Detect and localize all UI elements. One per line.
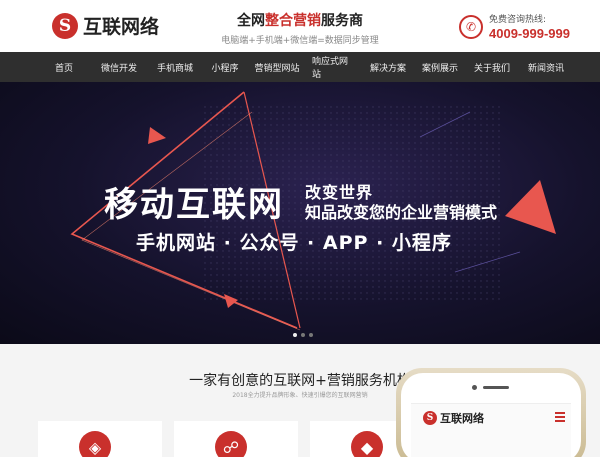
phone-body: S 互联网络 <box>401 373 581 457</box>
logo-text: 互联网络 <box>83 16 160 38</box>
phone-logo: S 互联网络 <box>423 410 484 426</box>
phone-camera <box>472 385 477 390</box>
cart-icon: ☍ <box>215 431 247 457</box>
nav-item-marketing-site[interactable]: 营销型网站 <box>248 52 306 82</box>
site-header: S 互联网络 全网整合营销服务商 电脑端+手机端+微信端=数据同步管理 ✆ 免费… <box>0 0 600 52</box>
phone-speaker <box>483 386 509 389</box>
hotline: ✆ 免费咨询热线: 4009-999-999 <box>459 12 570 41</box>
slogan-suffix: 服务商 <box>321 13 363 29</box>
phone-logo-text: 互联网络 <box>440 412 484 425</box>
phone-mockup: S 互联网络 <box>396 368 586 457</box>
slide-dot-1[interactable] <box>293 333 297 337</box>
phone-screen: S 互联网络 <box>411 403 571 457</box>
slogan-highlight: 整合营销 <box>265 13 321 29</box>
nav-item-mobile-mall[interactable]: 手机商城 <box>148 52 202 82</box>
slide-indicators <box>291 333 315 337</box>
small-triangle-top <box>148 127 166 144</box>
hotline-text: 免费咨询热线: 4009-999-999 <box>489 12 570 41</box>
banner-graphics <box>70 91 556 331</box>
chat-icon: ◈ <box>79 431 111 457</box>
nav-item-responsive-site[interactable]: 响应式网站 <box>306 52 362 82</box>
banner-title: 移动互联网 <box>104 185 284 225</box>
nav-item-news[interactable]: 新闻资讯 <box>518 52 574 82</box>
phone-logo-mark-icon: S <box>423 411 437 425</box>
nav-item-home[interactable]: 首页 <box>38 52 90 82</box>
hotline-number[interactable]: 4009-999-999 <box>489 26 570 41</box>
service-card-2[interactable]: ☍ <box>174 421 298 457</box>
nav-item-mini-program[interactable]: 小程序 <box>202 52 248 82</box>
slogan-prefix: 全网 <box>237 13 265 29</box>
nav-item-cases[interactable]: 案例展示 <box>414 52 466 82</box>
slide-dot-2[interactable] <box>301 333 305 337</box>
target-icon: ◆ <box>351 431 383 457</box>
service-card-1[interactable]: ◈ <box>38 421 162 457</box>
main-nav: 首页 微信开发 手机商城 小程序 营销型网站 响应式网站 解决方案 案例展示 关… <box>0 52 600 82</box>
hotline-label: 免费咨询热线: <box>489 15 547 25</box>
hamburger-menu-icon[interactable] <box>555 412 565 424</box>
slogan-sub: 电脑端+手机端+微信端=数据同步管理 <box>221 36 379 46</box>
hero-banner[interactable]: 移动互联网 改变世界 知品改变您的企业营销模式 手机网站 · 公众号 · APP… <box>0 82 600 344</box>
banner-sub2: 知品改变您的企业营销模式 <box>305 203 498 222</box>
nav-item-solutions[interactable]: 解决方案 <box>362 52 414 82</box>
nav-list: 首页 微信开发 手机商城 小程序 营销型网站 响应式网站 解决方案 案例展示 关… <box>0 52 600 82</box>
header-slogan: 全网整合营销服务商 电脑端+手机端+微信端=数据同步管理 <box>220 10 380 46</box>
site-logo[interactable]: S 互联网络 <box>52 12 159 39</box>
logo-mark-icon: S <box>52 12 78 39</box>
banner-tags: 手机网站 · 公众号 · APP · 小程序 <box>136 232 452 254</box>
nav-item-wechat-dev[interactable]: 微信开发 <box>90 52 148 82</box>
solid-triangle-right <box>505 180 556 234</box>
phone-icon: ✆ <box>459 14 483 39</box>
slide-dot-3[interactable] <box>309 333 313 337</box>
slogan-main: 全网整合营销服务商 <box>220 10 380 30</box>
nav-item-about[interactable]: 关于我们 <box>466 52 518 82</box>
